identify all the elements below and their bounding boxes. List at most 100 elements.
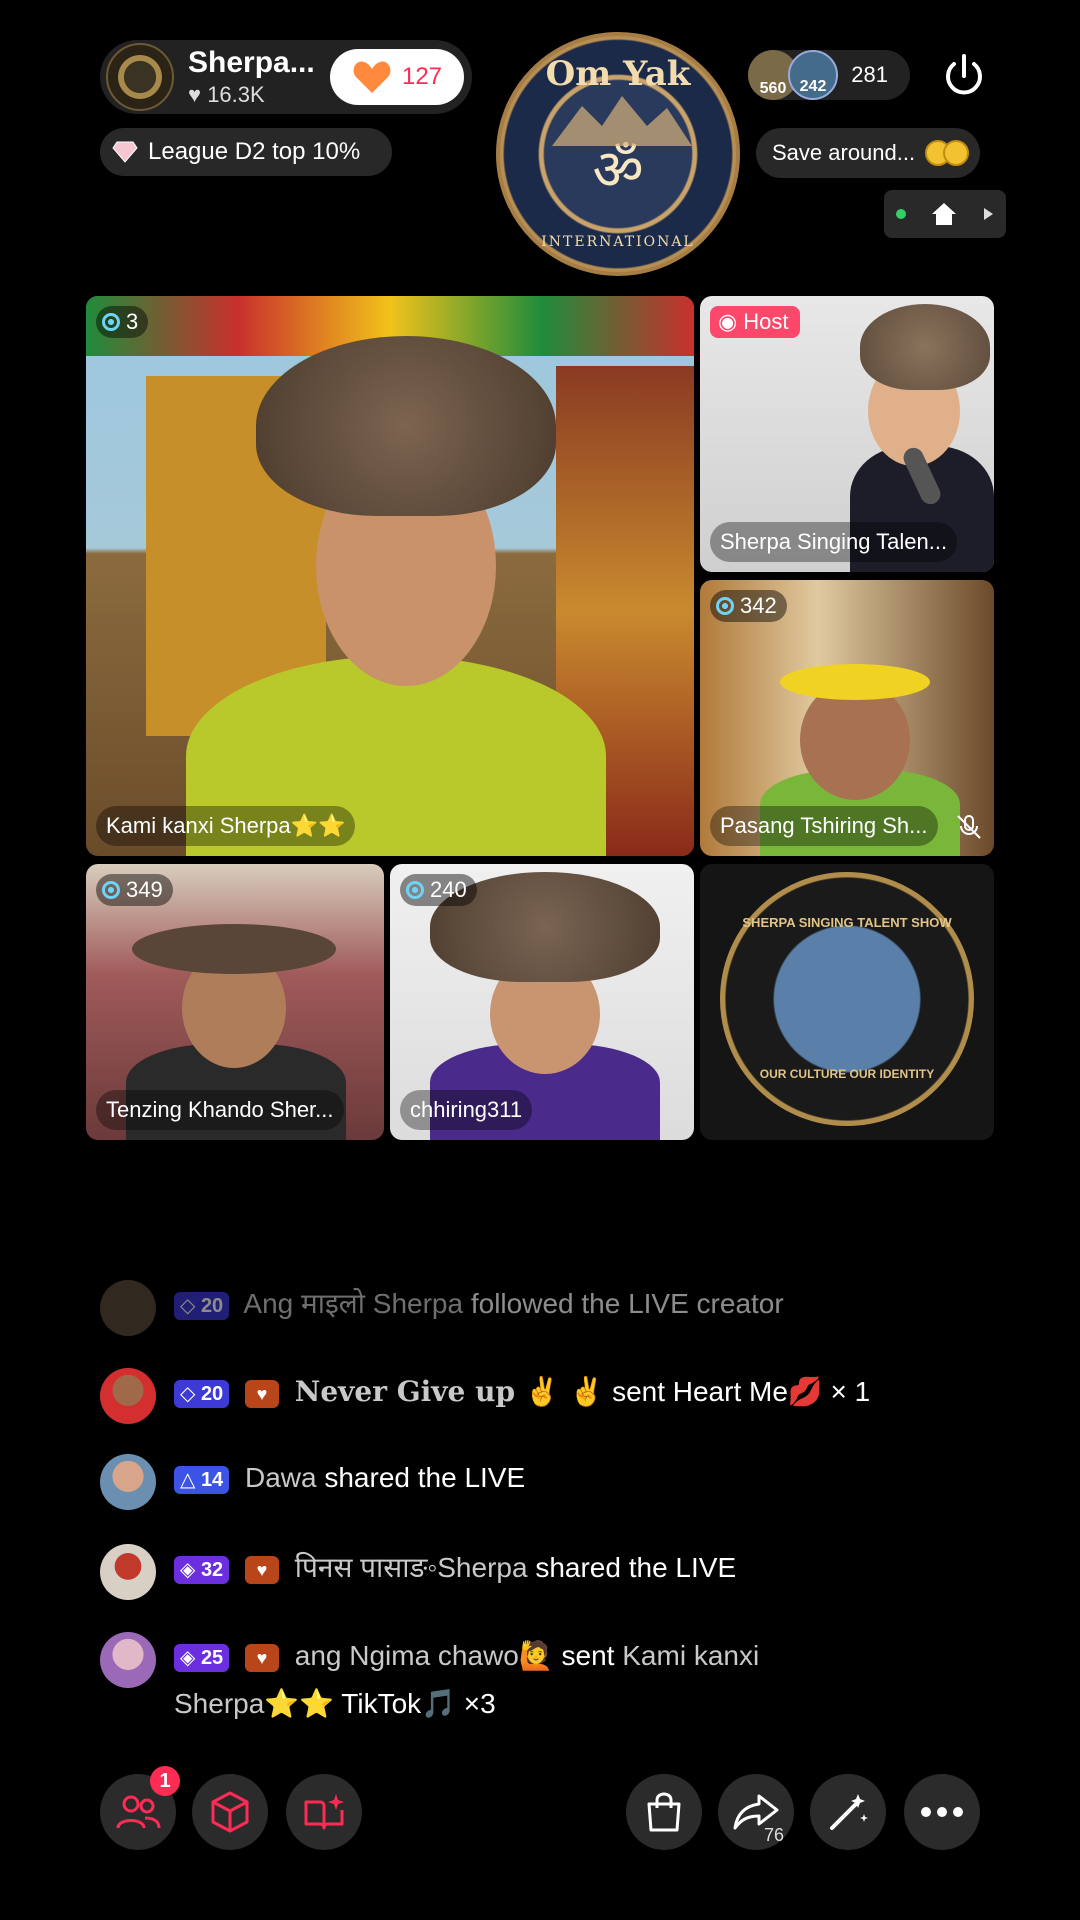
chat-username[interactable]: Dawa: [245, 1462, 317, 1493]
viewer-avatar-2-label: 242: [799, 78, 827, 95]
video-tile-show-logo[interactable]: SHERPA SINGING TALENT SHOW OUR CULTURE O…: [700, 864, 994, 1140]
brown-hat: [132, 924, 336, 974]
guide-button[interactable]: [286, 1774, 362, 1850]
tile-guest-4-name[interactable]: chhiring311: [400, 1090, 533, 1130]
video-tile-main[interactable]: 3 Kami kanxi Sherpa⭐⭐: [86, 296, 694, 856]
fan-heart-icon: ♥: [244, 1555, 279, 1584]
viewer-count: 281: [851, 62, 888, 87]
tile-host-name[interactable]: Sherpa Singing Talen...: [710, 522, 958, 562]
tile-guest-2-score: 342: [740, 593, 777, 618]
host-badge-label: Host: [743, 309, 789, 334]
tile-guest-3-badge: 349: [96, 874, 173, 906]
tile-guest-4-badge: 240: [400, 874, 477, 906]
effects-button[interactable]: [192, 1774, 268, 1850]
guests-button[interactable]: 1: [100, 1766, 180, 1850]
creator-likes-count: 16.3K: [207, 82, 265, 107]
home-icon[interactable]: [930, 201, 958, 227]
people-icon: [116, 1795, 161, 1829]
level-value: 25: [200, 1646, 224, 1669]
yellow-hat: [780, 664, 930, 700]
orange-heart-icon: [353, 61, 391, 93]
chat-avatar[interactable]: [100, 1454, 156, 1510]
mini-controls[interactable]: [884, 190, 1006, 238]
shop-button[interactable]: [626, 1774, 702, 1850]
level-badge: ◈ 32: [174, 1555, 230, 1584]
level-badge: ◈ 25: [174, 1643, 230, 1672]
level-value: 14: [200, 1468, 224, 1491]
chat-message[interactable]: △ 14 Dawa shared the LIVE: [100, 1454, 894, 1510]
coin-icon-2: [943, 140, 970, 166]
league-badge[interactable]: League D2 top 10%: [100, 128, 392, 176]
level-value: 20: [200, 1382, 224, 1405]
chat-username[interactable]: पिनस पासाङ◦Sherpa: [295, 1552, 528, 1583]
mountain-icon: [552, 96, 692, 146]
host-icon: ◉: [718, 309, 738, 334]
tile-guest-3-name[interactable]: Tenzing Khando Sher...: [96, 1090, 344, 1130]
show-logo-seal: SHERPA SINGING TALENT SHOW OUR CULTURE O…: [720, 872, 974, 1126]
chat-message[interactable]: ◈ 32 ♥ पिनस पासाङ◦Sherpa shared the LIVE: [100, 1544, 894, 1600]
video-tile-host[interactable]: ◉ Host Sherpa Singing Talen...: [700, 296, 994, 572]
creator-name: Sherpa...: [188, 46, 315, 79]
chat-avatar[interactable]: [100, 1544, 156, 1600]
tile-guest-2-badge: 342: [710, 590, 787, 622]
video-tile-guest-3[interactable]: 349 Tenzing Khando Sher...: [86, 864, 384, 1140]
chat-action: shared the LIVE: [324, 1462, 526, 1493]
video-tile-guest-4[interactable]: 240 chhiring311: [390, 864, 694, 1140]
diamond-icon: [112, 141, 138, 163]
chat-username[interactable]: Never Give up ✌️ ✌️: [295, 1375, 605, 1408]
chat-username[interactable]: ang Ngima chawo🙋: [295, 1640, 554, 1671]
power-icon: [946, 54, 982, 95]
tile-guest-2-name[interactable]: Pasang Tshiring Sh...: [710, 806, 938, 846]
play-arrow-icon[interactable]: [982, 207, 994, 221]
gift-name: TikTok🎵 ×3: [341, 1688, 496, 1719]
like-count: 127: [401, 63, 443, 90]
chat-action: followed the LIVE creator: [470, 1288, 784, 1319]
chat-message[interactable]: ◇ 20 ♥ Never Give up ✌️ ✌️ sent Heart Me…: [100, 1368, 894, 1424]
chat-avatar[interactable]: [100, 1368, 156, 1424]
more-options-button[interactable]: [904, 1774, 980, 1850]
shopping-bag-icon: [647, 1792, 681, 1832]
logo-bottom-text: INTERNATIONAL: [541, 234, 695, 250]
level-badge: ◇ 20: [174, 1379, 230, 1408]
notification-badge: 1: [150, 1766, 180, 1796]
mic-muted-icon: [957, 815, 981, 839]
like-button[interactable]: 127: [330, 49, 464, 105]
chat-action: sent Heart Me💋 × 1: [612, 1376, 871, 1407]
chat-avatar[interactable]: [100, 1632, 156, 1688]
more-dots-icon: [921, 1807, 963, 1817]
score-icon: [406, 881, 424, 899]
magic-wand-icon: [830, 1794, 868, 1830]
score-icon: [102, 313, 120, 331]
show-logo-bottom-text: OUR CULTURE OUR IDENTITY: [759, 1067, 935, 1081]
level-badge: ◇ 20: [174, 1291, 230, 1320]
chat-message[interactable]: ◈ 25 ♥ ang Ngima chawo🙋 sent Kami kanxi …: [100, 1632, 894, 1728]
book-sparkle-icon: [304, 1794, 344, 1830]
viewers-pill[interactable]: 560 242 281: [748, 50, 910, 100]
creator-avatar[interactable]: [106, 43, 174, 111]
logo-top-text: Om Yak: [545, 54, 691, 94]
save-banner[interactable]: Save around...: [756, 128, 980, 178]
host-badge: ◉ Host: [710, 306, 801, 338]
tile-main-name[interactable]: Kami kanxi Sherpa⭐⭐: [96, 806, 356, 846]
chat-username[interactable]: Ang माइलो Sherpa: [243, 1288, 463, 1319]
fan-heart-icon: ♥: [244, 1643, 279, 1672]
score-icon: [716, 597, 734, 615]
video-tile-guest-2[interactable]: 342 Pasang Tshiring Sh...: [700, 580, 994, 856]
close-live-button[interactable]: [938, 50, 990, 102]
tile-main-score: 3: [126, 309, 139, 334]
share-count: 76: [763, 1825, 784, 1845]
magic-wand-button[interactable]: [810, 1774, 886, 1850]
share-button[interactable]: 76: [718, 1774, 794, 1850]
chat-avatar[interactable]: [100, 1280, 156, 1336]
chat-action: shared the LIVE: [535, 1552, 737, 1583]
chat-message[interactable]: ◇ 20 Ang माइलो Sherpa followed the LIVE …: [100, 1280, 894, 1336]
viewer-avatar-1-label: 560: [759, 80, 787, 97]
tile-guest-3-score: 349: [126, 877, 163, 902]
creator-info-pill[interactable]: Sherpa... ♥ 16.3K 127: [100, 40, 472, 114]
fan-heart-icon: ♥: [244, 1379, 279, 1408]
fur-hat: [860, 304, 990, 390]
om-yak-logo: Om Yak ॐ INTERNATIONAL: [496, 32, 740, 276]
league-label: League D2 top 10%: [148, 138, 361, 165]
save-label: Save around...: [772, 140, 916, 165]
top-viewer-avatar-2[interactable]: 242: [788, 50, 838, 100]
